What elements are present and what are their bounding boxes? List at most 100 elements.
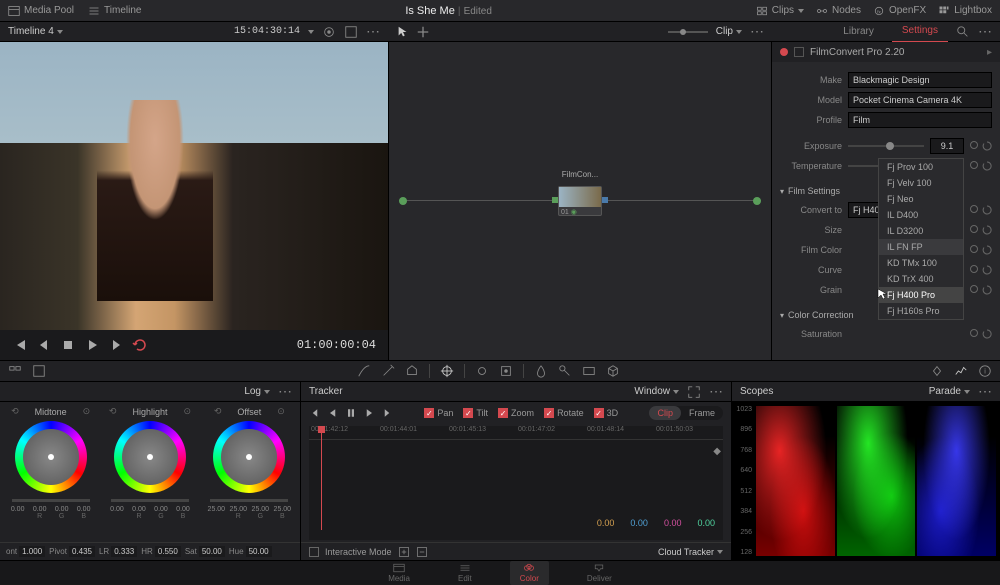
exposure-slider[interactable] — [848, 145, 924, 147]
keyframe-icon[interactable] — [970, 245, 978, 253]
node-graph[interactable]: FilmCon... 01 ◉ — [388, 42, 772, 360]
tracker-menu[interactable]: ⋯ — [709, 383, 723, 400]
add-point-icon[interactable]: ◆ — [713, 446, 721, 457]
rotate-checkbox[interactable]: ✓ — [544, 408, 554, 418]
first-frame-icon[interactable] — [12, 337, 28, 353]
viewer-menu[interactable]: ⋯ — [366, 23, 380, 40]
expand-icon[interactable] — [344, 25, 358, 39]
dropdown-item[interactable]: IL D400 — [879, 207, 963, 223]
sat-value[interactable]: 50.00 — [199, 546, 225, 557]
qualifier-icon[interactable] — [405, 364, 419, 378]
lightbox-btn[interactable]: Lightbox — [938, 5, 992, 17]
remove-track-icon[interactable] — [416, 546, 428, 558]
dropdown-item[interactable]: KD TMx 100 — [879, 255, 963, 271]
play-icon[interactable] — [84, 337, 100, 353]
frame-mode-btn[interactable]: Frame — [681, 406, 723, 420]
keyframe-icon[interactable] — [970, 285, 978, 293]
wheel-reset-icon[interactable]: ⟲ — [11, 406, 19, 417]
dropdown-item[interactable]: Fj Prov 100 — [879, 159, 963, 175]
interactive-checkbox[interactable] — [309, 547, 319, 557]
tracker-mode-select[interactable]: Window — [634, 386, 679, 397]
wheels-mode-select[interactable]: Log — [244, 386, 270, 397]
crosshair-icon[interactable] — [440, 364, 454, 378]
reset-icon[interactable] — [982, 245, 992, 255]
deliver-page-tab[interactable]: Deliver — [577, 561, 622, 585]
keyframe-icon[interactable] — [970, 329, 978, 337]
dropdown-item[interactable]: IL FN FP — [879, 239, 963, 255]
dropdown-item[interactable]: Fj Neo — [879, 191, 963, 207]
model-select[interactable]: Pocket Cinema Camera 4K — [848, 92, 992, 108]
reset-icon[interactable] — [982, 329, 992, 339]
zoom-slider[interactable] — [668, 31, 708, 33]
plugin-expand-icon[interactable]: ▸ — [987, 47, 992, 58]
loop-icon[interactable] — [132, 337, 148, 353]
node-output[interactable] — [753, 197, 761, 205]
sizing-icon[interactable] — [582, 364, 596, 378]
reset-icon[interactable] — [982, 141, 992, 151]
wheel-value[interactable]: 0.00 — [74, 506, 94, 513]
dropdown-item[interactable]: Fj Velv 100 — [879, 175, 963, 191]
wheel-y-slider[interactable] — [12, 499, 90, 502]
wheel-picker-icon[interactable]: ⊙ — [277, 406, 285, 417]
search-icon[interactable] — [956, 25, 970, 39]
zoom-checkbox[interactable]: ✓ — [498, 408, 508, 418]
panel-menu[interactable]: ⋯ — [978, 23, 992, 40]
3d-icon[interactable] — [606, 364, 620, 378]
wheel-value[interactable]: 0.00 — [173, 506, 193, 513]
playhead[interactable] — [321, 426, 322, 530]
wheel-reset-icon[interactable]: ⟲ — [214, 406, 222, 417]
wheel-picker-icon[interactable]: ⊙ — [83, 406, 91, 417]
settings-tab[interactable]: Settings — [892, 21, 948, 42]
keyframe-icon[interactable] — [970, 161, 978, 169]
profile-select[interactable]: Film — [848, 112, 992, 128]
pivot-value[interactable]: 0.435 — [69, 546, 95, 557]
dropdown-item[interactable]: Fj H160s Pro — [879, 303, 963, 319]
reset-icon[interactable] — [982, 161, 992, 171]
tilt-checkbox[interactable]: ✓ — [463, 408, 473, 418]
track-rev-icon[interactable] — [327, 407, 339, 419]
wheel-value[interactable]: 25.00 — [206, 506, 226, 513]
clip-mode-btn[interactable]: Clip — [649, 406, 681, 420]
color-wheel-offset[interactable] — [213, 421, 285, 493]
wheel-y-slider[interactable] — [111, 499, 189, 502]
wheel-value[interactable]: 25.00 — [250, 506, 270, 513]
wheel-reset-icon[interactable]: ⟲ — [109, 406, 117, 417]
render-cache-icon[interactable] — [322, 25, 336, 39]
wheel-value[interactable]: 25.00 — [272, 506, 292, 513]
wheel-y-slider[interactable] — [210, 499, 288, 502]
wheel-value[interactable]: 0.00 — [129, 506, 149, 513]
cloud-tracker-select[interactable]: Cloud Tracker — [658, 547, 723, 557]
keyframe-icon[interactable] — [970, 205, 978, 213]
hue-value[interactable]: 50.00 — [246, 546, 272, 557]
contrast-value[interactable]: 1.000 — [19, 546, 45, 557]
pan-tool-icon[interactable] — [416, 25, 430, 39]
curves-icon[interactable] — [357, 364, 371, 378]
info-icon[interactable]: i — [978, 364, 992, 378]
wheel-value[interactable]: 0.00 — [107, 506, 127, 513]
tracker-timeline[interactable]: 00:01:42:1200:01:44:0100:01:45:1300:01:4… — [309, 426, 723, 540]
reset-icon[interactable] — [982, 225, 992, 235]
color-wheel-midtone[interactable] — [15, 421, 87, 493]
wheel-value[interactable]: 0.00 — [30, 506, 50, 513]
key-icon[interactable] — [558, 364, 572, 378]
luts-icon[interactable] — [32, 364, 46, 378]
keyframe-icon[interactable] — [970, 141, 978, 149]
tracker-icon[interactable] — [499, 364, 513, 378]
reset-icon[interactable] — [982, 265, 992, 275]
pointer-tool-icon[interactable] — [396, 25, 410, 39]
node-input[interactable] — [399, 197, 407, 205]
exposure-value[interactable]: 9.1 — [930, 138, 964, 154]
keyframe-icon[interactable] — [970, 265, 978, 273]
blur-icon[interactable] — [534, 364, 548, 378]
wheel-value[interactable]: 0.00 — [151, 506, 171, 513]
clips-btn[interactable]: Clips — [756, 5, 804, 17]
stop-icon[interactable] — [60, 337, 76, 353]
track-fwd-icon[interactable] — [363, 407, 375, 419]
prev-frame-icon[interactable] — [36, 337, 52, 353]
keyframes-icon[interactable] — [930, 364, 944, 378]
add-track-icon[interactable] — [398, 546, 410, 558]
library-tab[interactable]: Library — [833, 22, 884, 42]
clip-selector[interactable]: Clip — [716, 26, 742, 37]
pan-checkbox[interactable]: ✓ — [424, 408, 434, 418]
timeline-btn[interactable]: Timeline — [88, 5, 141, 17]
